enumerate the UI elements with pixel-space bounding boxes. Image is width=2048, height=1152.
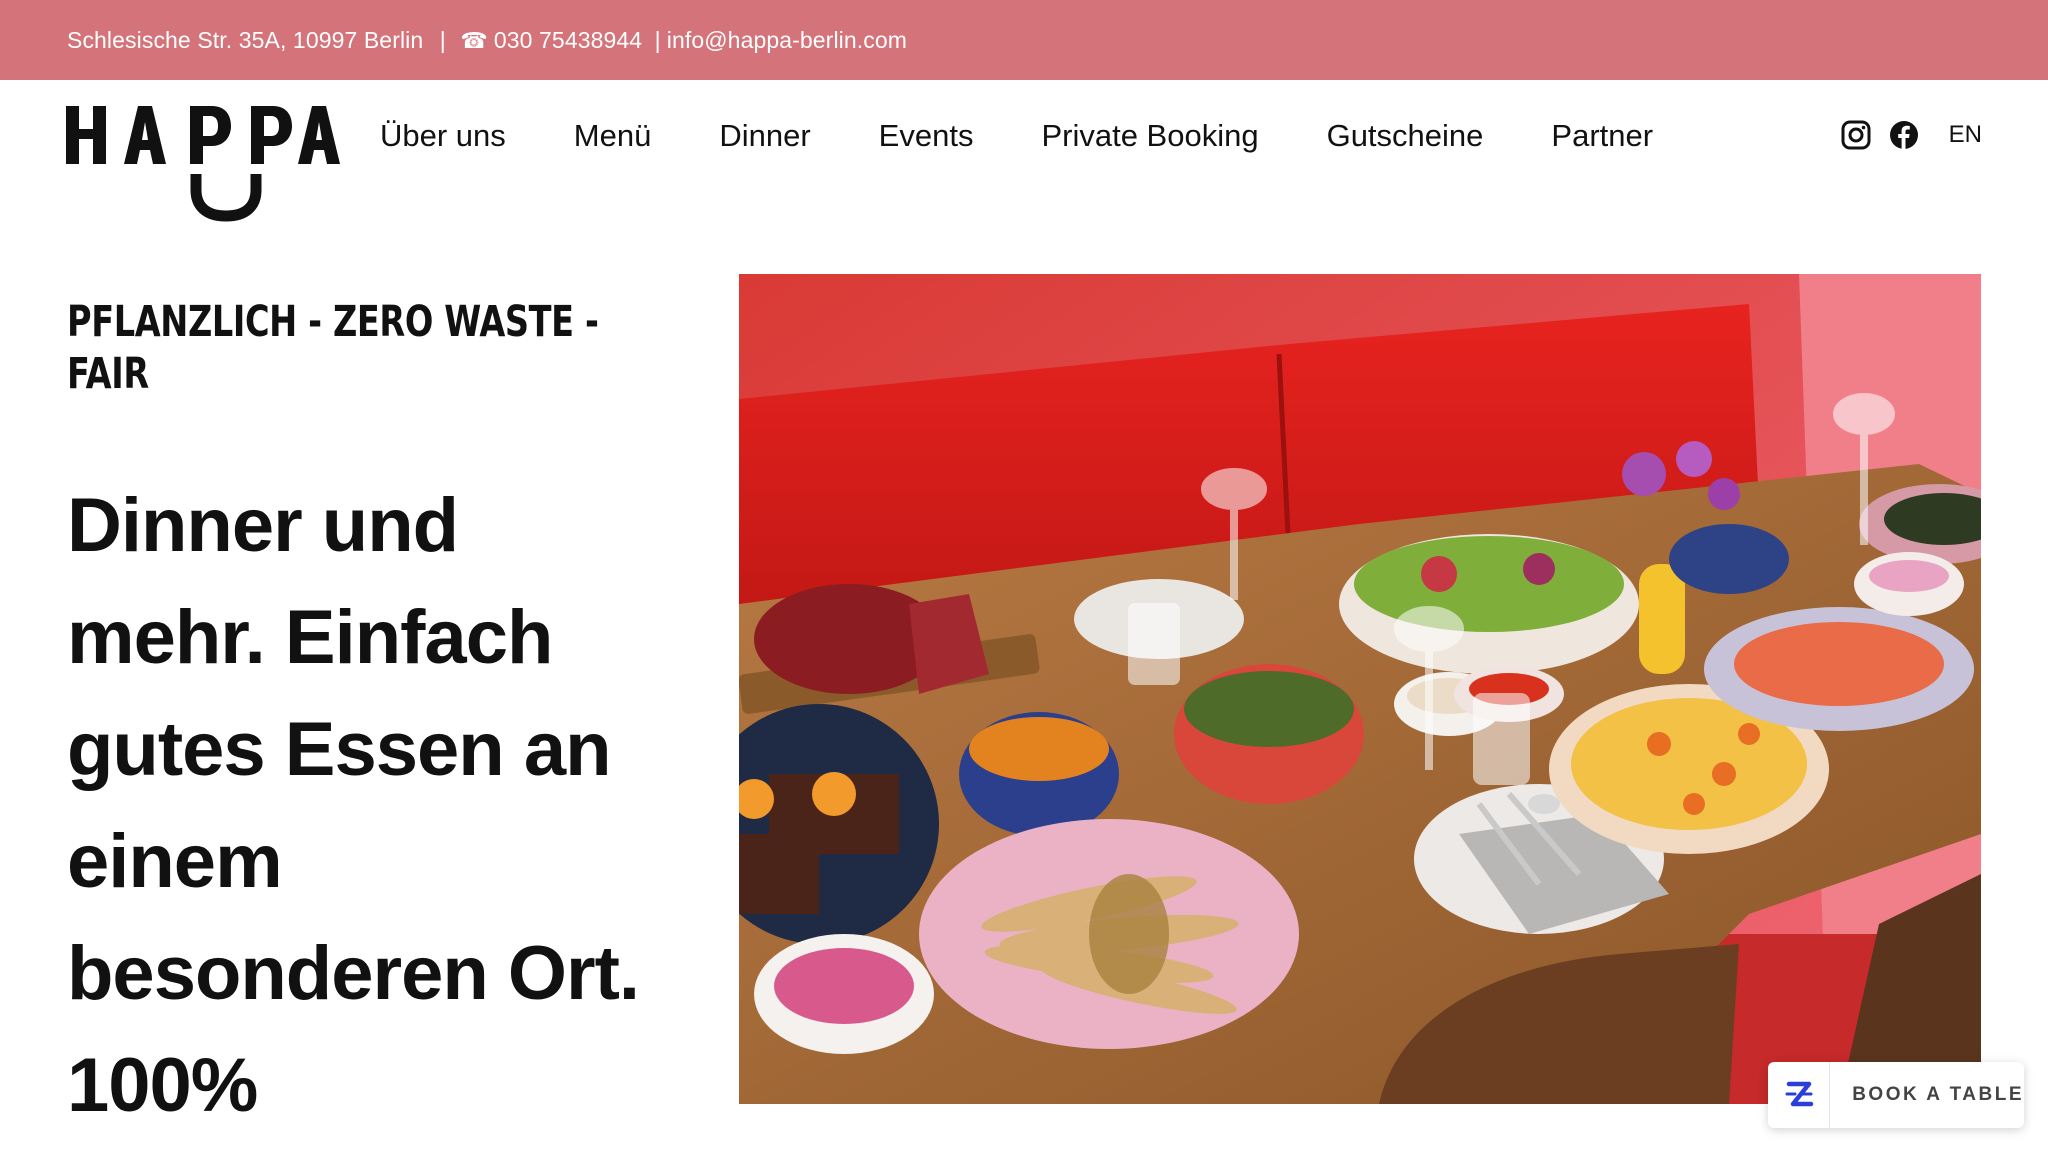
happa-logo[interactable] [66,102,340,226]
top-info-bar: Schlesische Str. 35A, 10997 Berlin | ☎ 03… [0,0,2048,80]
contact-info: Schlesische Str. 35A, 10997 Berlin | ☎ 03… [67,27,907,54]
hero-image [739,274,1981,1104]
zenchef-z-icon [1768,1062,1831,1128]
nav-item-gutscheine[interactable]: Gutscheine [1327,120,1484,151]
email-link[interactable]: info@happa-berlin.com [667,27,907,53]
separator: | [439,26,446,53]
separator: | [654,26,661,53]
nav-item-private-booking[interactable]: Private Booking [1041,120,1258,151]
nav-item-menue[interactable]: Menü [574,120,652,151]
happa-logo-mark [66,106,340,222]
food-table-photo [739,274,1981,1104]
book-table-label: BOOK A TABLE [1852,1084,2024,1105]
nav-item-ueber-uns[interactable]: Über uns [380,120,506,151]
instagram-icon[interactable] [1841,120,1871,150]
social-links: EN [1841,120,1982,150]
site-header: Über uns Menü Dinner Events Private Book… [0,80,2048,240]
hero-text: PFLANZLICH - ZERO WASTE - FAIR [67,296,627,400]
language-switch[interactable]: EN [1949,121,1982,149]
address-text: Schlesische Str. 35A, 10997 Berlin [67,26,424,53]
hero-headline: Dinner und mehr. Einfach gutes Essen an … [67,483,640,1128]
facebook-icon[interactable] [1889,120,1919,150]
phone-link[interactable]: 030 75438944 [494,27,642,53]
book-table-widget[interactable]: BOOK A TABLE [1768,1062,2024,1128]
phone-icon: ☎ [460,27,488,53]
nav-item-dinner[interactable]: Dinner [719,120,810,151]
nav-item-partner[interactable]: Partner [1551,120,1653,151]
hero-kicker: PFLANZLICH - ZERO WASTE - FAIR [67,297,599,399]
nav-item-events[interactable]: Events [879,120,974,151]
main-nav: Über uns Menü Dinner Events Private Book… [380,120,1653,151]
